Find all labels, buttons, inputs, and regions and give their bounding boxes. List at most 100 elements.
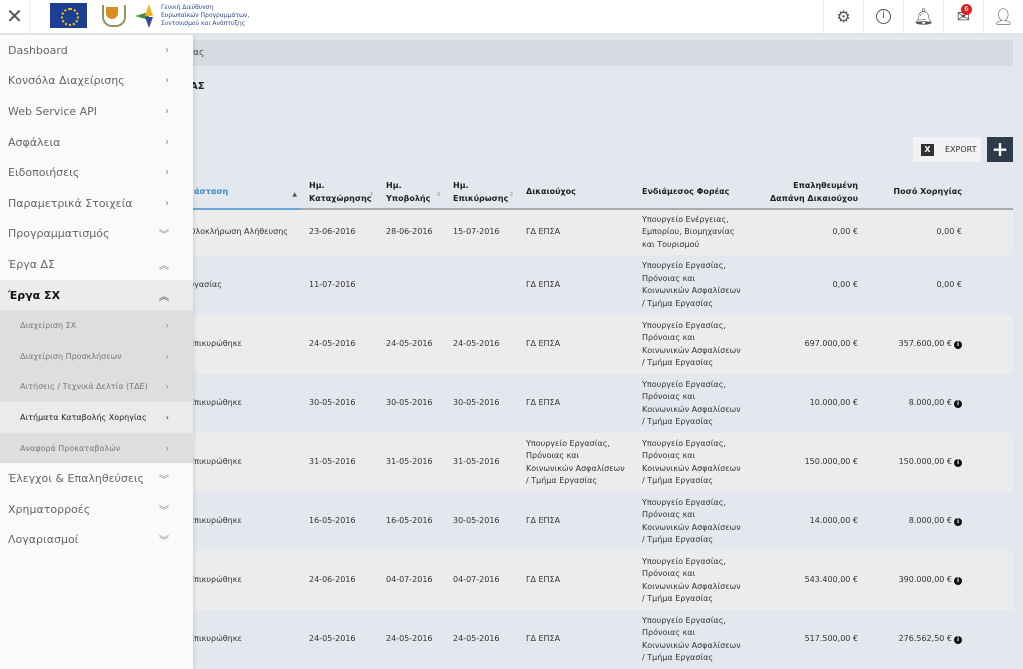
info-icon[interactable]: i [954, 459, 962, 468]
table-row[interactable]: · Ολοκλήρωση Αλήθευσης 23-06-2016 28-06-20… [100, 209, 1013, 255]
menu-item-label: Προγραμματισμός [8, 227, 110, 241]
chevron-double-down-icon: ︾ [159, 475, 169, 487]
cell-val: 04-07-2016 [445, 551, 518, 610]
sidebar-item[interactable]: Κονσόλα Διαχείρισης › [0, 66, 193, 97]
cell-reg: 24-05-2016 [301, 315, 378, 374]
sort-asc-icon[interactable]: ▲ [292, 188, 297, 201]
cell-exp: 0,00 € [749, 255, 866, 315]
cell-text: Υπουργείο Εργασίας, Πρόνοιας και Κοινωνι… [642, 556, 741, 604]
cell-val: 30-05-2016 [445, 374, 518, 433]
column-header[interactable]: Ημ. Καταχώρησης ⇕ [301, 175, 378, 210]
sidebar-item[interactable]: Χρηματορροές ︾ [0, 494, 193, 525]
chevron-right-icon: › [165, 136, 169, 148]
gear-icon[interactable]: ⚙ [823, 0, 863, 33]
sort-icon[interactable]: ⇕ [369, 188, 374, 201]
export-button[interactable]: X EXPORT [913, 137, 981, 162]
cell-reg: 30-05-2016 [301, 374, 378, 433]
info-icon[interactable]: i [954, 341, 962, 350]
column-header[interactable]: Ημ. Επικύρωσης ⇕ [445, 175, 518, 210]
info-icon[interactable]: i [954, 577, 962, 586]
cell-blank [970, 610, 1013, 669]
info-icon[interactable]: i [863, 0, 903, 33]
column-header[interactable]: Δικαιούχος [518, 175, 634, 210]
close-menu-icon[interactable]: ✕ [0, 0, 30, 33]
cell-reg: 24-05-2016 [301, 610, 378, 669]
cell-text: 150.000,00 € [898, 457, 952, 467]
cell-blank [970, 551, 1013, 610]
cell-text: 0,00 € [936, 279, 962, 289]
bell-icon[interactable]: 🔔︎ [903, 0, 943, 33]
chevron-right-icon: › [165, 75, 169, 87]
menu-item-label: Κονσόλα Διαχείρισης [8, 74, 125, 88]
column-header[interactable]: Ημ. Υποβολής ⇕ [378, 175, 445, 210]
sidebar-item[interactable]: Λογαριασμοί ︾ [0, 525, 193, 556]
cell-exp: 517.500,00 € [749, 610, 866, 669]
cell-text: Υπουργείο Εργασίας, Πρόνοιας και Κοινωνι… [642, 261, 741, 308]
cell-val: 31-05-2016 [445, 433, 518, 492]
info-icon[interactable]: i [954, 400, 962, 409]
sidebar-menu: Dashboard › Κονσόλα Διαχείρισης › Web Servic… [0, 35, 193, 669]
info-icon[interactable]: i [954, 518, 962, 527]
logo-text-line: Συντονισμού και Ανάπτυξης [161, 20, 246, 27]
logo-text-line: Γενική Διεύθυνση [161, 4, 214, 11]
mail-icon[interactable]: ✉ 6 [943, 0, 983, 33]
column-header-label: Δικαιούχος [526, 187, 576, 196]
logo-text-line: Ευρωπαϊκών Προγραμμάτων, [161, 12, 250, 19]
column-header[interactable]: Επαληθευμένη Δαπάνη Δικαιούχου [749, 175, 866, 210]
cell-grant: 8.000,00 € i [866, 374, 970, 433]
table-row[interactable]: · Επικυρώθηκε 31-05-2016 31-05-2016 31-05-2… [100, 433, 1013, 492]
sidebar-item[interactable]: Web Service API › [0, 96, 193, 127]
cell-inter: Υπουργείο Εργασίας, Πρόνοιας και Κοινωνι… [634, 374, 749, 433]
cell-text: 04-07-2016 [453, 575, 500, 585]
cell-text: Υπουργείο Εργασίας, Πρόνοιας και Κοινωνι… [526, 438, 625, 486]
sidebar-item[interactable]: Ασφάλεια › [0, 127, 193, 158]
column-header[interactable]: Ποσό Χορηγίας [866, 175, 970, 210]
cell-inter: Υπουργείο Εργασίας, Πρόνοιας και Κοινωνι… [634, 492, 749, 551]
sidebar-item[interactable]: Παραμετρικά Στοιχεία › [0, 188, 193, 219]
table-row[interactable]: Εργασίας 11-07-2016 ΓΔ ΕΠΣΑ Υπουργείο Εργασ… [100, 255, 1013, 315]
cell-val: 15-07-2016 [445, 209, 518, 255]
add-button[interactable]: + [987, 137, 1013, 162]
cell-ben: ΓΔ ΕΠΣΑ [518, 610, 634, 669]
cell-val: 24-05-2016 [445, 610, 518, 669]
column-header[interactable]: Ενδιάμεσος Φορέας [634, 175, 749, 210]
sidebar-item[interactable]: Έργα ΣΧ ︽ [0, 279, 193, 311]
user-icon[interactable]: 👤︎ [983, 0, 1023, 33]
cell-blank [970, 255, 1013, 315]
table-row[interactable]: · Επικυρώθηκε 30-05-2016 30-05-2016 30-05-2… [100, 374, 1013, 433]
table-row[interactable]: · Επικυρώθηκε 24-05-2016 24-05-2016 24-05-2… [100, 315, 1013, 374]
sidebar-item[interactable]: Έλεγχοι & Επαληθεύσεις ︾ [0, 463, 193, 494]
sidebar-subitem[interactable]: Αιτήσεις / Τεχνικά Δελτία (ΤΔΕ) › [0, 371, 193, 403]
cell-text: Υπουργείο Ενέργειας, Εμπορίου, Βιομηχανί… [642, 214, 735, 249]
cell-ben: ΓΔ ΕΠΣΑ [518, 209, 634, 255]
info-icon[interactable]: i [954, 636, 962, 645]
breadcrumb[interactable]: ίας [150, 40, 1013, 66]
table-row[interactable]: · Επικυρώθηκε 16-05-2016 16-05-2016 30-05-2… [100, 492, 1013, 551]
cell-text: ΓΔ ΕΠΣΑ [526, 227, 561, 237]
chevron-right-icon: › [165, 321, 169, 331]
cell-text: ΓΔ ΕΠΣΑ [526, 634, 561, 644]
cell-text: Υπουργείο Εργασίας, Πρόνοιας και Κοινωνι… [642, 320, 741, 368]
sidebar-subitem[interactable]: Διαχείριση ΣΧ › [0, 310, 193, 341]
sidebar-subitem[interactable]: Αιτήματα Καταβολής Χορηγίας › [0, 402, 193, 433]
cell-sub: 24-05-2016 [378, 610, 445, 669]
cell-text: 31-05-2016 [386, 457, 433, 467]
sort-icon[interactable]: ⇕ [509, 188, 514, 201]
table-row[interactable]: · Επικυρώθηκε 24-06-2016 04-07-2016 04-07-2… [100, 551, 1013, 610]
cell-exp: 150.000,00 € [749, 433, 866, 492]
sidebar-item[interactable]: Έργα ΔΣ ︽ [0, 249, 193, 280]
cell-reg: 24-06-2016 [301, 551, 378, 610]
cell-text: ΓΔ ΕΠΣΑ [526, 339, 561, 349]
cell-val: 24-05-2016 [445, 315, 518, 374]
sidebar-item[interactable]: Προγραμματισμός ︾ [0, 219, 193, 250]
sidebar-item[interactable]: Ειδοποιήσεις › [0, 157, 193, 188]
cell-text: 0,00 € [936, 227, 962, 237]
table-row[interactable]: · Επικυρώθηκε 24-05-2016 24-05-2016 24-05-2… [100, 610, 1013, 669]
sidebar-item[interactable]: Dashboard › [0, 35, 193, 66]
chevron-right-icon: › [165, 197, 169, 209]
sort-icon[interactable]: ⇕ [436, 188, 441, 201]
chevron-double-down-icon: ︾ [159, 230, 169, 242]
cell-text: ΓΔ ΕΠΣΑ [526, 575, 561, 585]
sidebar-subitem[interactable]: Αναφορά Προκαταβολών › [0, 432, 193, 464]
sidebar-subitem[interactable]: Διαχείριση Προσκλήσεων › [0, 340, 193, 372]
